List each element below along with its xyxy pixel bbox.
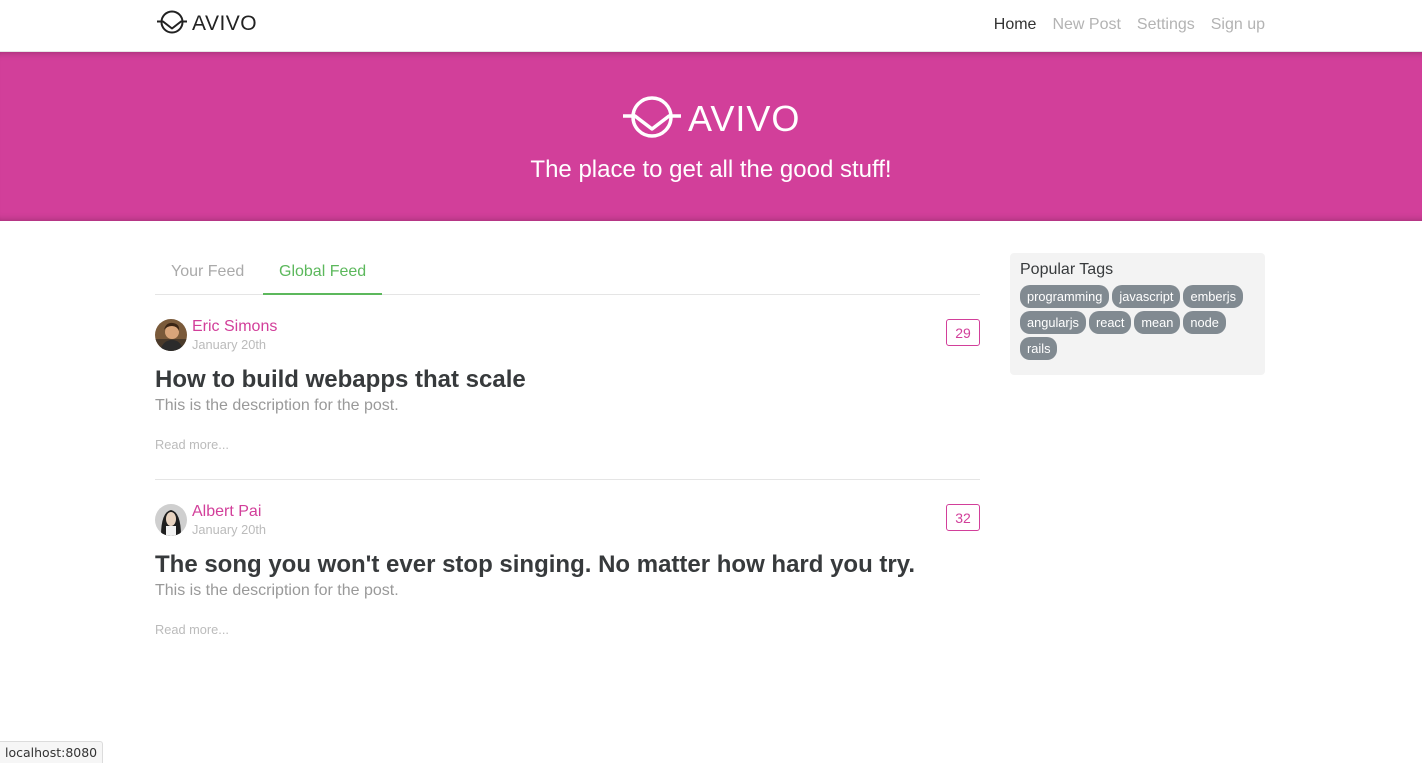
sidebar-title: Popular Tags [1020,261,1114,278]
tag-list: programming javascript emberjs angularjs… [1020,285,1255,363]
favorite-button[interactable]: 29 [946,319,980,346]
nav-links: Home New Post Settings Sign up [978,0,1265,50]
tag-pill[interactable]: react [1088,311,1132,334]
feed-toggle: Your Feed Global Feed [155,252,980,295]
banner-tagline: The place to get all the good stuff! [530,156,892,183]
tag-pill[interactable]: rails [1020,337,1058,360]
tag-pill[interactable]: programming [1020,285,1110,308]
nav-settings[interactable]: Settings [1137,16,1195,34]
article-date: January 20th [192,522,266,537]
read-more-link[interactable]: Read more... [155,437,229,452]
hero-banner: AVIVO The place to get all the good stuf… [0,52,1422,221]
article-title[interactable]: The song you won't ever stop singing. No… [155,551,915,579]
banner-logo-text: AVIVO [688,98,801,139]
author-link[interactable]: Eric Simons [192,318,277,336]
tab-your-feed[interactable]: Your Feed [155,252,260,295]
popular-tags-sidebar: Popular Tags programming javascript embe… [1010,253,1265,375]
article-title[interactable]: How to build webapps that scale [155,366,526,394]
article-date: January 20th [192,337,266,352]
tag-pill[interactable]: mean [1134,311,1181,334]
nav-home[interactable]: Home [994,16,1037,34]
article-description: This is the description for the post. [155,397,399,414]
article-preview: Albert Pai January 20th 32 The song you … [155,503,980,644]
brand-text: AVIVO [192,12,258,35]
tab-global-feed[interactable]: Global Feed [263,252,383,295]
avivo-logo-icon [622,95,682,144]
read-more-link[interactable]: Read more... [155,622,229,637]
avivo-logo-icon [156,10,188,39]
tag-pill[interactable]: angularjs [1020,311,1086,334]
avatar[interactable] [155,504,187,536]
article-preview: Eric Simons January 20th 29 How to build… [155,318,980,480]
nav-new-post[interactable]: New Post [1052,16,1120,34]
browser-status-url: localhost:8080 [0,741,104,763]
banner-logo: AVIVO [622,95,801,140]
brand-link[interactable]: AVIVO [156,10,258,39]
top-navbar: AVIVO Home New Post Settings Sign up [0,0,1422,52]
nav-sign-up[interactable]: Sign up [1211,16,1265,34]
tag-pill[interactable]: javascript [1112,285,1181,308]
article-description: This is the description for the post. [155,582,399,599]
tag-pill[interactable]: node [1183,311,1226,334]
avatar[interactable] [155,319,187,351]
author-link[interactable]: Albert Pai [192,503,261,521]
tag-pill[interactable]: emberjs [1183,285,1243,308]
favorite-button[interactable]: 32 [946,504,980,531]
